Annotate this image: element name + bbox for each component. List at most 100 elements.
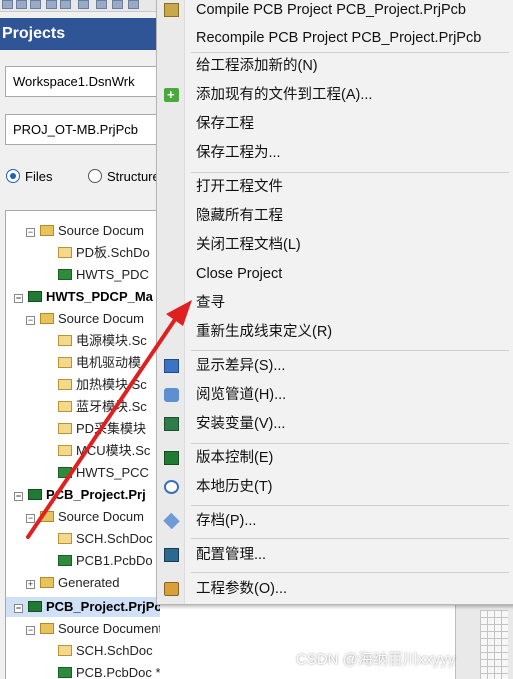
tree-file-row[interactable]: HWTS_PCC	[58, 463, 149, 483]
tree-row-label: HWTS_PCC	[76, 465, 149, 480]
configuration-icon	[164, 548, 179, 562]
tree-file-row[interactable]: 电机驱动模	[58, 353, 141, 373]
menu-item-label: 存档(P)...	[196, 513, 257, 529]
tree-project-row[interactable]: − PCB_Project.Prj	[6, 485, 146, 505]
tree-file-row[interactable]: 蓝牙模块.Sc	[58, 397, 147, 417]
collapse-icon[interactable]: −	[26, 316, 35, 325]
tree-file-row[interactable]: SCH.SchDoc	[58, 529, 153, 549]
project-tree: − Source Docum PD板.SchDo HWTS_PDC − HWTS_PDCP…	[5, 210, 160, 679]
menu-item[interactable]: 重新生成线束定义(R)	[157, 319, 512, 345]
folder-icon	[40, 313, 54, 324]
tree-row-label: HWTS_PDC	[76, 267, 149, 282]
menu-item[interactable]: 打开工程文件	[157, 174, 512, 200]
toolbar-icon[interactable]	[2, 0, 13, 9]
project-combo[interactable]: PROJ_OT-MB.PrjPcb	[5, 114, 157, 145]
tree-row-label: Source Docum	[58, 509, 144, 524]
toolbar-icon[interactable]	[16, 0, 27, 9]
menu-item[interactable]: 本地历史(T)	[157, 474, 512, 500]
tree-file-row[interactable]: HWTS_PDC	[58, 265, 149, 285]
files-radio-option[interactable]: Files	[6, 166, 52, 188]
menu-item-label: 隐藏所有工程	[196, 208, 283, 224]
diff-icon	[164, 359, 179, 373]
menu-item-label: 工程参数(O)...	[196, 581, 288, 597]
toolbar-icon[interactable]	[112, 0, 123, 9]
menu-item[interactable]: 阅览管道(H)...	[157, 382, 512, 408]
menu-item[interactable]: 保存工程为...	[157, 140, 512, 166]
tree-file-row[interactable]: PD板.SchDo	[58, 243, 150, 263]
tree-file-row[interactable]: MCU模块.Sc	[58, 441, 150, 461]
tree-folder-row[interactable]: − Source Documents	[26, 619, 160, 639]
menu-item[interactable]: 保存工程	[157, 111, 512, 137]
tree-file-row[interactable]: 加热模块.Sc	[58, 375, 147, 395]
add-file-icon	[164, 88, 179, 102]
tree-project-row[interactable]: − PCB_Project.PrjPcb	[6, 597, 160, 617]
tree-file-row[interactable]: PCB1.PcbDo	[58, 551, 153, 571]
tree-folder-row[interactable]: − Source Docum	[26, 507, 144, 527]
tree-folder-row[interactable]: + Generated	[26, 573, 119, 593]
menu-item-label: 安装变量(V)...	[196, 416, 286, 432]
tree-file-row[interactable]: 电源模块.Sc	[58, 331, 147, 351]
archive-icon	[163, 512, 180, 530]
toolbar-icon[interactable]	[60, 0, 71, 9]
projects-panel: Projects Workspace1.DsnWrk PROJ_OT-MB.Pr…	[0, 0, 160, 679]
tree-folder-row[interactable]: − Source Docum	[26, 221, 144, 241]
schematic-doc-icon	[58, 357, 72, 368]
menu-item[interactable]: 给工程添加新的(N)	[157, 53, 512, 79]
menu-item[interactable]: 安装变量(V)...	[157, 411, 512, 437]
compile-icon	[164, 3, 179, 17]
menu-item[interactable]: 显示差异(S)...	[157, 353, 512, 379]
structure-radio-option[interactable]: Structure	[88, 166, 160, 188]
toolbar-icon[interactable]	[30, 0, 41, 9]
browse-channels-icon	[164, 388, 179, 402]
tree-folder-row[interactable]: − Source Docum	[26, 309, 144, 329]
toolbar-icon[interactable]	[96, 0, 107, 9]
collapse-icon[interactable]: −	[26, 228, 35, 237]
tree-row-label: Source Docum	[58, 223, 144, 238]
menu-item[interactable]: 隐藏所有工程	[157, 203, 512, 229]
menu-item[interactable]: 版本控制(E)	[157, 445, 512, 471]
collapse-icon[interactable]: −	[14, 492, 23, 501]
tree-row-label: 蓝牙模块.Sc	[76, 399, 147, 414]
menu-item[interactable]: 添加现有的文件到工程(A)...	[157, 82, 512, 108]
collapse-icon[interactable]: −	[14, 294, 23, 303]
tree-row-label: PCB_Project.PrjPcb	[46, 599, 160, 614]
tree-row-label: MCU模块.Sc	[76, 443, 151, 458]
menu-item[interactable]: Recompile PCB Project PCB_Project.PrjPcb	[157, 25, 512, 51]
workspace-combo[interactable]: Workspace1.DsnWrk	[5, 66, 157, 97]
tree-row-label: PCB.PcbDoc *	[76, 665, 160, 679]
tree-project-row[interactable]: − HWTS_PDCP_Ma	[6, 287, 153, 307]
structure-radio-label: Structure	[107, 169, 160, 184]
menu-item-label: 阅览管道(H)...	[196, 387, 287, 403]
menu-item[interactable]: 查寻	[157, 290, 512, 316]
tree-file-row[interactable]: PD采集模块	[58, 419, 146, 439]
collapse-icon[interactable]: −	[26, 514, 35, 523]
menu-separator	[191, 572, 509, 573]
collapse-icon[interactable]: −	[26, 626, 35, 635]
collapse-icon[interactable]: −	[14, 604, 23, 613]
tree-row-label: SCH.SchDoc	[76, 643, 153, 658]
schematic-doc-icon	[58, 645, 72, 656]
tree-file-row[interactable]: SCH.SchDoc	[58, 641, 153, 661]
menu-item[interactable]: Compile PCB Project PCB_Project.PrjPcb	[157, 0, 512, 23]
menu-item[interactable]: Close Project	[157, 261, 512, 287]
menu-item-label: 保存工程	[196, 116, 254, 132]
schematic-doc-icon	[58, 335, 72, 346]
radio-unselected-icon	[88, 169, 102, 183]
menu-item-label: 查寻	[196, 295, 225, 311]
tree-row-label: Source Docum	[58, 311, 144, 326]
menu-item[interactable]: 工程参数(O)...	[157, 576, 512, 602]
menu-item-label: Recompile PCB Project PCB_Project.PrjPcb	[196, 30, 482, 46]
editor-grid	[480, 610, 508, 679]
expand-icon[interactable]: +	[26, 580, 35, 589]
menu-item-label: 重新生成线束定义(R)	[196, 324, 333, 340]
toolbar-icon[interactable]	[128, 0, 139, 9]
menu-item[interactable]: 关闭工程文档(L)	[157, 232, 512, 258]
menu-item[interactable]: 配置管理...	[157, 542, 512, 568]
toolbar-icon[interactable]	[46, 0, 57, 9]
radio-selected-icon	[6, 169, 20, 183]
toolbar-icon[interactable]	[78, 0, 89, 9]
menu-separator	[191, 505, 509, 506]
menu-item[interactable]: 存档(P)...	[157, 508, 512, 534]
tree-row-label: Source Documents	[58, 621, 160, 636]
tree-file-row[interactable]: PCB.PcbDoc *	[58, 663, 160, 679]
